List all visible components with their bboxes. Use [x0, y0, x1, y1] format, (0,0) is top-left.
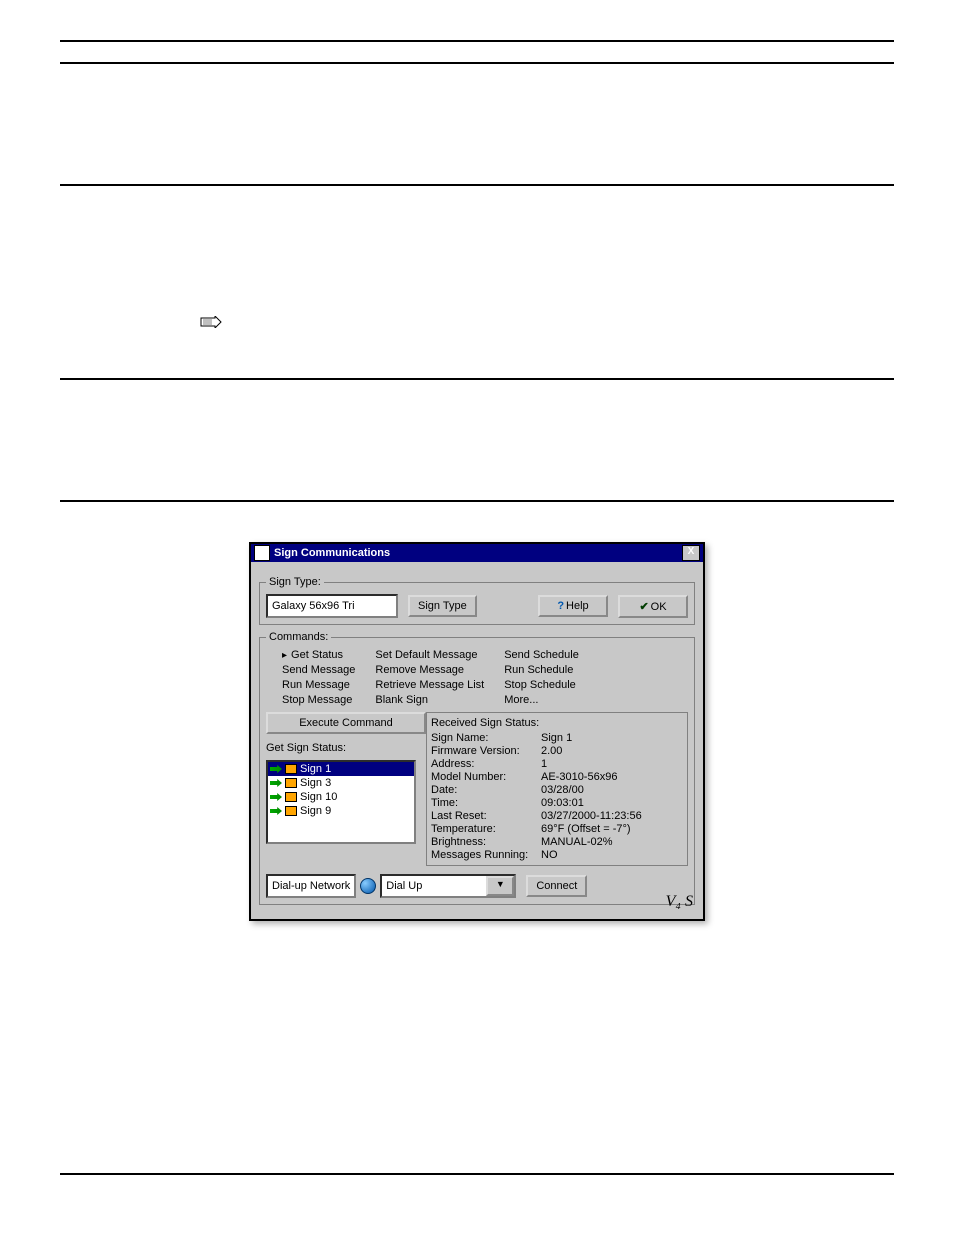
sign-item-3[interactable]: Sign 3 — [268, 776, 414, 790]
cmd-remove-message[interactable]: Remove Message — [375, 664, 484, 676]
status-val: 2.00 — [541, 745, 683, 757]
commands-legend: Commands: — [266, 631, 331, 643]
arrow-icon — [270, 807, 282, 815]
cmd-more[interactable]: More... — [504, 694, 579, 706]
cmd-retrieve-message-list[interactable]: Retrieve Message List — [375, 679, 484, 691]
cmd-run-schedule[interactable]: Run Schedule — [504, 664, 579, 676]
received-sign-status: Received Sign Status: Sign Name:Sign 1 F… — [426, 712, 688, 866]
sign-item-10[interactable]: Sign 10 — [268, 790, 414, 804]
window-title: Sign Communications — [274, 547, 682, 559]
cmd-stop-message[interactable]: Stop Message — [282, 694, 355, 706]
sign-list[interactable]: Sign 1 Sign 3 Sign 10 Sign 9 — [266, 760, 416, 844]
sign-icon — [285, 764, 297, 774]
status-key: Sign Name: — [431, 732, 541, 744]
status-key: Temperature: — [431, 823, 541, 835]
status-val: NO — [541, 849, 683, 861]
status-key: Last Reset: — [431, 810, 541, 822]
sign-type-button[interactable]: Sign Type — [408, 595, 477, 617]
status-key: Time: — [431, 797, 541, 809]
help-button[interactable]: ?Help — [538, 595, 608, 617]
note-arrow-icon — [200, 316, 222, 328]
status-key: Firmware Version: — [431, 745, 541, 757]
sign-icon — [285, 792, 297, 802]
sign-item-9[interactable]: Sign 9 — [268, 804, 414, 818]
sign-type-value: Galaxy 56x96 Tri — [266, 594, 398, 618]
dialup-network-label-box: Dial-up Network — [266, 874, 356, 898]
dialup-network-value: Dial Up — [382, 880, 426, 892]
status-val: Sign 1 — [541, 732, 683, 744]
sign-icon — [285, 778, 297, 788]
dialup-network-select[interactable]: Dial Up ▼ — [380, 874, 516, 898]
dialup-network-label: Dial-up Network — [268, 880, 354, 892]
execute-command-button[interactable]: Execute Command — [266, 712, 426, 734]
arrow-icon — [270, 779, 282, 787]
get-sign-status-label: Get Sign Status: — [266, 742, 416, 754]
titlebar: Sign Communications X — [251, 544, 703, 562]
status-val: 09:03:01 — [541, 797, 683, 809]
sign-item-1[interactable]: Sign 1 — [268, 762, 414, 776]
cmd-stop-schedule[interactable]: Stop Schedule — [504, 679, 579, 691]
globe-icon — [360, 878, 376, 894]
arrow-icon — [270, 793, 282, 801]
cmd-send-message[interactable]: Send Message — [282, 664, 355, 676]
status-key: Model Number: — [431, 771, 541, 783]
sign-type-group: Sign Type: Galaxy 56x96 Tri Sign Type ?H… — [259, 576, 695, 625]
cmd-set-default-message[interactable]: Set Default Message — [375, 649, 484, 661]
sign-icon — [285, 806, 297, 816]
ok-button[interactable]: ✔OK — [618, 595, 688, 618]
page-rule — [60, 1173, 894, 1175]
app-icon — [254, 545, 270, 561]
cmd-run-message[interactable]: Run Message — [282, 679, 355, 691]
cmd-blank-sign[interactable]: Blank Sign — [375, 694, 484, 706]
status-val: 69°F (Offset = -7°) — [541, 823, 683, 835]
page-rule — [60, 500, 894, 502]
status-val: MANUAL-02% — [541, 836, 683, 848]
help-icon: ? — [557, 600, 564, 612]
footer-brand: V₄ S — [666, 893, 693, 911]
status-key: Date: — [431, 784, 541, 796]
chevron-down-icon[interactable]: ▼ — [486, 876, 514, 896]
status-key: Address: — [431, 758, 541, 770]
commands-group: Commands: Get Status Send Message Run Me… — [259, 631, 695, 905]
close-icon[interactable]: X — [682, 545, 700, 561]
check-icon: ✔ — [639, 601, 648, 613]
status-val: 03/27/2000-11:23:56 — [541, 810, 683, 822]
cmd-send-schedule[interactable]: Send Schedule — [504, 649, 579, 661]
status-val: 1 — [541, 758, 683, 770]
connect-button[interactable]: Connect — [526, 875, 587, 897]
status-key: Messages Running: — [431, 849, 541, 861]
status-key: Brightness: — [431, 836, 541, 848]
status-val: 03/28/00 — [541, 784, 683, 796]
cmd-get-status[interactable]: Get Status — [282, 649, 355, 661]
sign-type-legend: Sign Type: — [266, 576, 324, 588]
arrow-icon — [270, 765, 282, 773]
status-val: AE-3010-56x96 — [541, 771, 683, 783]
status-legend: Received Sign Status: — [431, 717, 683, 729]
sign-communications-window: Sign Communications X Sign Type: Galaxy … — [249, 542, 705, 921]
